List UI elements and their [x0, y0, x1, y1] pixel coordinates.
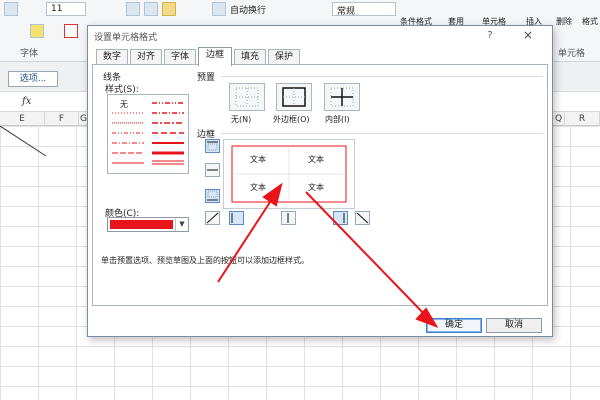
border-top-button[interactable] — [205, 139, 220, 153]
preview-text: 文本 — [308, 183, 324, 192]
bold-icon[interactable] — [4, 2, 18, 16]
font-color-icon[interactable] — [64, 24, 78, 38]
border-diagonal-down-button[interactable] — [355, 211, 370, 225]
preview-text: 文本 — [308, 155, 324, 164]
preset-none-button[interactable] — [229, 83, 265, 111]
border-divider — [221, 133, 543, 134]
border-left-icon — [231, 213, 233, 223]
border-left-button[interactable] — [229, 211, 244, 225]
border-middle-button[interactable] — [205, 163, 220, 177]
tab-alignment[interactable]: 对齐 — [130, 49, 162, 65]
number-format-value: 常规 — [337, 7, 356, 17]
align-left-icon[interactable] — [126, 2, 140, 16]
font-group-label: 字体 — [20, 49, 39, 59]
tab-number[interactable]: 数字 — [96, 49, 128, 65]
diagonal-up-icon — [206, 212, 219, 224]
preset-outline-button[interactable] — [276, 83, 312, 111]
border-right-icon — [343, 213, 345, 223]
help-button[interactable]: ? — [480, 28, 500, 43]
line-color-swatch — [110, 220, 173, 229]
preview-text: 文本 — [250, 155, 266, 164]
cell-diagonal-line — [0, 126, 47, 157]
ok-button[interactable]: 确定 — [426, 318, 482, 333]
font-size-value: 11 — [51, 4, 63, 14]
preview-text: 文本 — [250, 183, 266, 192]
preset-outline-icon — [282, 87, 306, 107]
tab-border[interactable]: 边框 — [198, 47, 232, 66]
line-style-samples[interactable] — [108, 95, 188, 173]
font-size-box[interactable]: 11 — [46, 2, 86, 16]
cancel-button[interactable]: 取消 — [486, 318, 542, 333]
hint-text: 单击预置选项、预览草图及上面的按钮可以添加边框样式。 — [101, 256, 309, 265]
line-style-list[interactable]: 无 — [107, 94, 189, 174]
preset-none-icon — [235, 87, 259, 107]
border-diagonal-up-button[interactable] — [205, 211, 220, 225]
preview-borders — [231, 145, 347, 203]
border-tab-panel: 线条 样式(S): 无 颜色(C): ▼ 预置 无(N) 外边框(O) 内部(I… — [92, 64, 548, 306]
fx-icon[interactable]: fx — [22, 96, 31, 107]
close-button[interactable]: × — [508, 27, 548, 44]
border-top-icon — [207, 141, 218, 151]
preset-inside-icon — [330, 87, 354, 107]
dialog-title: 设置单元格格式 — [94, 33, 158, 43]
wrap-text-label[interactable]: 自动换行 — [230, 3, 266, 16]
preset-divider — [221, 76, 543, 77]
excel-window: 11 自动换行 常规 字体 插入 删除 格式 单元格 条件格式 套用 单元格 选… — [0, 0, 600, 400]
column-f[interactable]: F — [45, 112, 79, 126]
options-button[interactable]: 选项... — [8, 71, 58, 87]
column-e[interactable]: E — [0, 112, 45, 126]
fill-color-icon[interactable] — [30, 24, 44, 38]
ribbon-right-group: 插入 删除 格式 单元格 — [526, 0, 600, 62]
chevron-down-icon[interactable]: ▼ — [175, 218, 188, 231]
diagonal-down-icon — [356, 212, 369, 224]
border-middle-icon — [207, 169, 218, 171]
preset-inside-button[interactable] — [324, 83, 360, 111]
number-format-box[interactable]: 常规 — [332, 2, 396, 17]
line-color-select[interactable]: ▼ — [107, 217, 189, 232]
preset-inside-label: 内部(I) — [325, 115, 350, 124]
preset-section-title: 预置 — [197, 73, 216, 83]
border-bottom-button[interactable] — [205, 189, 220, 203]
column-q[interactable]: Q — [553, 112, 565, 126]
cells-group-label: 单元格 — [558, 49, 586, 59]
align-right-icon[interactable] — [162, 2, 176, 16]
dialog-titlebar[interactable]: 设置单元格格式 ? × — [88, 26, 552, 45]
align-center-icon[interactable] — [144, 2, 158, 16]
column-r[interactable]: R — [565, 112, 600, 126]
border-preview[interactable]: 文本 文本 文本 文本 — [223, 139, 355, 209]
format-cells-dialog: 设置单元格格式 ? × 数字 对齐 字体 边框 填充 保护 线条 样式(S): … — [87, 25, 553, 337]
border-bottom-icon — [207, 190, 218, 201]
delete-label[interactable]: 删除 — [556, 16, 572, 27]
tab-font[interactable]: 字体 — [164, 49, 196, 65]
format-label[interactable]: 格式 — [582, 16, 598, 27]
tab-fill[interactable]: 填充 — [234, 49, 266, 65]
tab-protection[interactable]: 保护 — [268, 49, 300, 65]
wrap-text-icon[interactable] — [212, 2, 226, 16]
border-center-icon — [287, 213, 289, 223]
border-right-button[interactable] — [333, 211, 348, 225]
border-center-button[interactable] — [281, 211, 296, 225]
preset-outline-label: 外边框(O) — [273, 115, 310, 124]
preset-none-label: 无(N) — [231, 115, 252, 124]
